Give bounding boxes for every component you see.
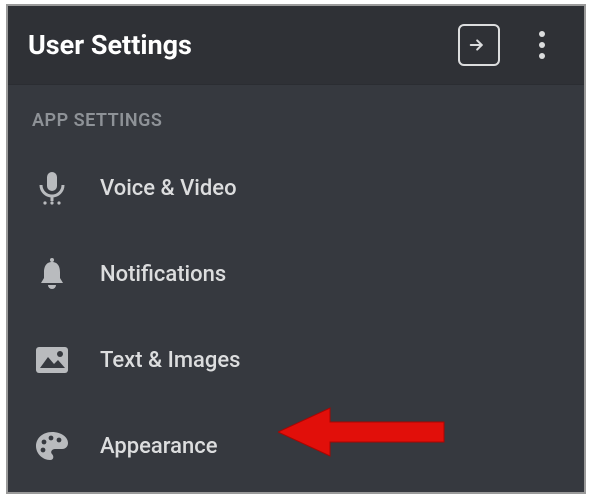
settings-screen: User Settings APP SETTINGS <box>6 4 586 494</box>
settings-item-label: Appearance <box>100 434 218 459</box>
section-header-app-settings: APP SETTINGS <box>8 84 584 145</box>
palette-icon <box>32 426 72 466</box>
exit-button[interactable] <box>458 24 500 66</box>
settings-item-notifications[interactable]: Notifications <box>8 231 584 317</box>
image-icon <box>32 340 72 380</box>
settings-list: Voice & Video Notifications Text & I <box>8 145 584 489</box>
settings-item-label: Notifications <box>100 262 226 287</box>
settings-item-label: Text & Images <box>100 348 240 373</box>
header-bar: User Settings <box>8 6 584 84</box>
overflow-menu-button[interactable] <box>520 23 564 67</box>
settings-item-label: Voice & Video <box>100 176 237 201</box>
exit-icon <box>468 34 490 56</box>
page-title: User Settings <box>28 29 458 61</box>
settings-item-voice-video[interactable]: Voice & Video <box>8 145 584 231</box>
settings-item-appearance[interactable]: Appearance <box>8 403 584 489</box>
settings-item-text-images[interactable]: Text & Images <box>8 317 584 403</box>
bell-icon <box>32 254 72 294</box>
header-actions <box>458 23 564 67</box>
kebab-icon <box>538 30 546 60</box>
microphone-icon <box>32 168 72 208</box>
